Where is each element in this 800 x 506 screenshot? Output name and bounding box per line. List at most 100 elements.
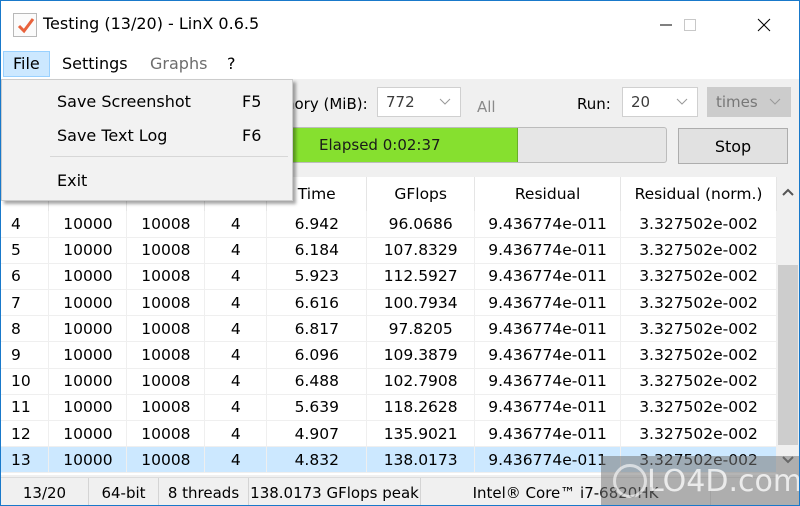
chevron-down-icon xyxy=(769,98,781,105)
table-row[interactable]: 8 10000 10008 4 6.817 97.8205 9.436774e-011 3.3… xyxy=(1,315,777,343)
table-cell: 135.9021 xyxy=(366,420,476,448)
table-cell: 3.327502e-002 xyxy=(620,368,777,395)
app-window: Testing (13/20) - LinX 0.6.5 File Settin… xyxy=(0,0,800,506)
status-peak: 138.0173 GFlops peak xyxy=(249,478,421,505)
menu-graphs[interactable]: Graphs xyxy=(142,51,215,77)
table-cell: 112.5927 xyxy=(366,263,476,291)
table-cell: 4 xyxy=(1,211,50,238)
menu-item-save-screenshot[interactable]: Save Screenshot F5 xyxy=(4,84,290,116)
table-cell: 5.639 xyxy=(266,394,368,422)
all-label[interactable]: All xyxy=(477,98,496,116)
vertical-scrollbar[interactable] xyxy=(777,177,799,475)
maximize-button[interactable] xyxy=(667,1,713,49)
menu-item-exit[interactable]: Exit xyxy=(4,163,290,195)
table-cell: 3.327502e-002 xyxy=(620,263,777,291)
status-threads: 8 threads xyxy=(159,478,249,505)
menu-item-shortcut: F6 xyxy=(242,126,262,145)
table-cell: 9.436774e-011 xyxy=(474,211,622,238)
menu-item-label: Save Screenshot xyxy=(57,92,191,111)
table-cell: 3.327502e-002 xyxy=(620,315,777,343)
table-cell: 107.8329 xyxy=(366,237,476,264)
table-cell: 118.2628 xyxy=(366,394,476,422)
memory-combobox[interactable]: 772 xyxy=(377,87,461,117)
table-row[interactable]: 10 10000 10008 4 6.488 102.7908 9.436774e-011 3… xyxy=(1,368,777,395)
table-cell: 12 xyxy=(1,420,50,448)
table-cell: 3.327502e-002 xyxy=(620,289,777,317)
table-cell: 6.184 xyxy=(266,237,368,264)
table-cell: 4 xyxy=(204,237,268,264)
table-cell: 9.436774e-011 xyxy=(474,237,622,264)
table-cell: 10008 xyxy=(126,446,206,474)
table-cell: 5.923 xyxy=(266,263,368,291)
column-header[interactable]: Residual xyxy=(474,177,622,211)
menu-bar: File Settings Graphs ? xyxy=(1,49,799,79)
table-cell: 4 xyxy=(204,289,268,317)
table-row[interactable]: 4 10000 10008 4 6.942 96.0686 9.436774e-011 3.3… xyxy=(1,211,777,238)
table-cell: 10000 xyxy=(48,289,128,317)
menu-file[interactable]: File xyxy=(3,51,50,77)
run-unit-value: times xyxy=(716,93,758,111)
table-cell: 10000 xyxy=(48,368,128,395)
table-cell: 138.0173 xyxy=(366,446,476,474)
table-cell: 10008 xyxy=(126,368,206,395)
table-cell: 10000 xyxy=(48,341,128,369)
table-cell: 10000 xyxy=(48,263,128,291)
table-cell: 9.436774e-011 xyxy=(474,420,622,448)
column-header[interactable]: Residual (norm.) xyxy=(620,177,777,211)
chevron-down-icon xyxy=(439,98,451,105)
memory-label: nory (MiB): xyxy=(285,95,368,113)
menu-item-label: Save Text Log xyxy=(57,126,168,145)
maximize-icon xyxy=(684,19,696,31)
column-header[interactable]: GFlops xyxy=(366,177,476,211)
table-cell: 10000 xyxy=(48,211,128,238)
table-cell: 9.436774e-011 xyxy=(474,289,622,317)
table-row[interactable]: 6 10000 10008 4 5.923 112.5927 9.436774e-011 3.… xyxy=(1,263,777,291)
table-cell: 10000 xyxy=(48,446,128,474)
table-row[interactable]: 9 10000 10008 4 6.096 109.3879 9.436774e-011 3.… xyxy=(1,341,777,369)
table-cell: 10008 xyxy=(126,237,206,264)
table-row[interactable]: 5 10000 10008 4 6.184 107.8329 9.436774e-011 3.… xyxy=(1,237,777,264)
table-cell: 4 xyxy=(204,315,268,343)
stop-button[interactable]: Stop xyxy=(678,128,788,164)
close-button[interactable] xyxy=(741,1,787,49)
table-cell: 13 xyxy=(1,446,50,474)
table-cell: 5 xyxy=(1,237,50,264)
watermark-logo-icon xyxy=(613,464,647,498)
table-cell: 10008 xyxy=(126,289,206,317)
title-bar: Testing (13/20) - LinX 0.6.5 xyxy=(1,1,799,49)
table-cell: 7 xyxy=(1,289,50,317)
watermark: LO4D.com xyxy=(601,456,799,505)
table-cell: 9.436774e-011 xyxy=(474,315,622,343)
menu-separator xyxy=(50,156,288,157)
menu-help[interactable]: ? xyxy=(219,51,244,77)
scroll-up-button[interactable] xyxy=(777,177,799,207)
run-unit-combobox[interactable]: times xyxy=(707,87,791,117)
table-cell: 11 xyxy=(1,394,50,422)
menu-item-save-text-log[interactable]: Save Text Log F6 xyxy=(4,118,290,150)
table-cell: 6.942 xyxy=(266,211,368,238)
table-cell: 100.7934 xyxy=(366,289,476,317)
table-cell: 96.0686 xyxy=(366,211,476,238)
table-cell: 4.907 xyxy=(266,420,368,448)
table-cell: 9.436774e-011 xyxy=(474,263,622,291)
table-cell: 10 xyxy=(1,368,50,395)
menu-item-label: Exit xyxy=(57,171,88,190)
table-row[interactable]: 7 10000 10008 4 6.616 100.7934 9.436774e-011 3.… xyxy=(1,289,777,317)
table-cell: 10008 xyxy=(126,315,206,343)
table-row[interactable]: 12 10000 10008 4 4.907 135.9021 9.436774e-011 3… xyxy=(1,420,777,448)
table-cell: 4.832 xyxy=(266,446,368,474)
table-cell: 10008 xyxy=(126,420,206,448)
file-menu-dropdown: Save Screenshot F5 Save Text Log F6 Exit xyxy=(1,79,293,201)
table-cell: 3.327502e-002 xyxy=(620,237,777,264)
scrollbar-thumb[interactable] xyxy=(778,265,798,445)
status-progress: 13/20 xyxy=(1,478,89,505)
run-count-combobox[interactable]: 20 xyxy=(622,87,698,117)
table-row[interactable]: 11 10000 10008 4 5.639 118.2628 9.436774e-011 3… xyxy=(1,394,777,422)
table-cell: 4 xyxy=(204,420,268,448)
table-cell: 8 xyxy=(1,315,50,343)
chevron-up-icon xyxy=(782,188,794,196)
menu-settings[interactable]: Settings xyxy=(54,51,136,77)
table-cell: 4 xyxy=(204,263,268,291)
results-table: Time GFlops Residual Residual (norm.) 4 1000… xyxy=(1,177,777,475)
table-cell: 6.096 xyxy=(266,341,368,369)
